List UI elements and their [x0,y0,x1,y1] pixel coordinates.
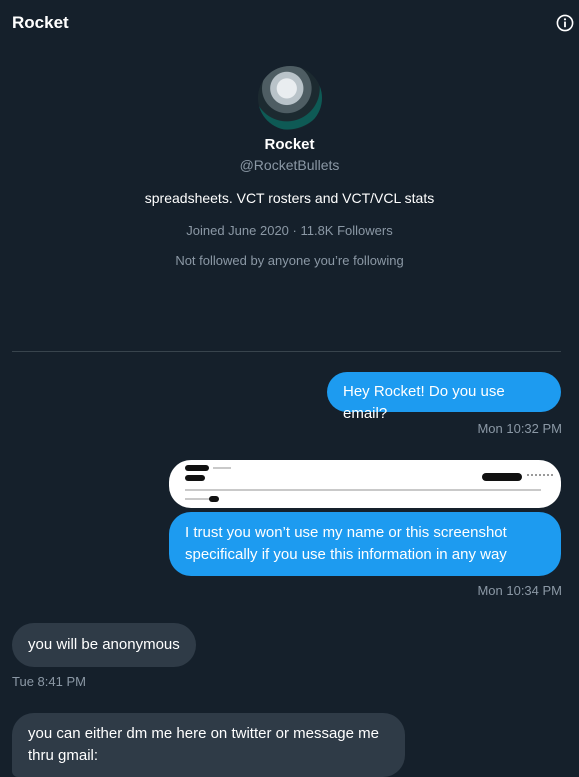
incoming-message[interactable]: you can either dm me here on twitter or … [12,713,405,777]
profile-joined-followers: Joined June 2020 · 11.8K Followers [186,223,393,238]
profile-handle[interactable]: @RocketBullets [0,157,579,173]
outgoing-message[interactable]: I trust you won’t use my name or this sc… [169,512,561,576]
profile-card[interactable]: Rocket @RocketBullets spreadsheets. VCT … [0,66,579,268]
message-text: you will be anonymous [28,636,180,653]
message-text: I trust you won’t use my name or this sc… [185,524,507,563]
redaction-mark [185,465,209,471]
redaction-mark [185,475,205,481]
redaction-mark [482,473,522,481]
message-timestamp: Tue 8:41 PM [12,674,86,689]
message-timestamp: Mon 10:34 PM [477,583,562,598]
conversation-header: Rocket [0,0,579,48]
screenshot-attachment[interactable] [169,460,561,508]
profile-bio: spreadsheets. VCT rosters and VCT/VCL st… [144,190,435,206]
message-text: Hey Rocket! Do you use email? [343,383,505,422]
message-text: you can either dm me here on twitter or … [28,725,379,764]
avatar[interactable] [257,66,322,130]
redaction-mark [209,496,219,502]
conversation-title: Rocket [12,13,69,32]
email-icon-row [527,474,553,482]
divider [12,351,561,352]
profile-name[interactable]: Rocket [0,136,579,153]
incoming-message[interactable]: you will be anonymous [12,623,196,667]
email-body-line [185,489,541,491]
email-header-line [213,467,231,469]
profile-followed-by: Not followed by anyone you’re following [175,253,404,268]
outgoing-message[interactable]: Hey Rocket! Do you use email? [327,372,561,422]
info-icon[interactable] [556,14,574,32]
message-timestamp: Mon 10:32 PM [477,421,562,436]
